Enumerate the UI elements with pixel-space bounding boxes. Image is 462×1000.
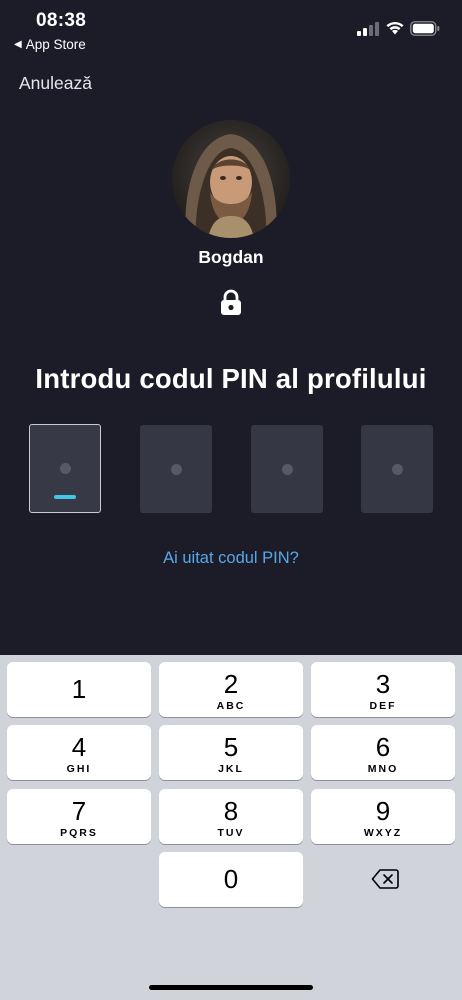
key-digit: 0 [223,864,239,894]
back-triangle-icon: ◀ [14,39,22,50]
key-letters: TUV [217,827,245,839]
key-digit: 8 [223,796,239,826]
key-0[interactable]: 0 [159,852,303,907]
pin-empty-dot [170,463,182,475]
key-1[interactable]: 1 [7,662,151,717]
key-4[interactable]: 4 GHI [7,725,151,780]
cellular-signal-icon [357,22,379,36]
pin-input-cursor [54,495,76,499]
key-digit: 7 [71,796,87,826]
key-letters: GHI [66,763,92,775]
key-2[interactable]: 2 ABC [159,662,303,717]
profile-name: Bogdan [198,247,264,267]
pin-digit-box-4[interactable] [361,425,433,513]
key-digit: 9 [375,796,391,826]
key-digit: 2 [223,669,239,699]
pin-empty-dot [391,463,403,475]
pin-empty-dot [59,463,71,474]
home-indicator[interactable] [149,985,313,990]
key-digit: 1 [71,674,87,704]
pin-empty-dot [281,463,293,475]
back-app-label: App Store [25,37,86,52]
profile-avatar [172,120,290,238]
pin-digit-box-1[interactable] [29,424,101,513]
key-digit: 3 [375,669,391,699]
battery-icon [410,21,440,36]
key-9[interactable]: 9 WXYZ [311,789,455,844]
key-8[interactable]: 8 TUV [159,789,303,844]
key-letters: JKL [218,763,244,775]
backspace-key[interactable] [311,852,455,907]
pin-digit-box-3[interactable] [251,425,323,513]
wifi-icon [386,21,404,35]
key-letters: ABC [216,700,246,712]
pin-digit-box-2[interactable] [140,425,212,513]
key-3[interactable]: 3 DEF [311,662,455,717]
pin-prompt-title: Introdu codul PIN al profilului [35,363,427,394]
key-6[interactable]: 6 MNO [311,725,455,780]
status-time: 08:38 [36,10,87,31]
key-letters: PQRS [60,827,98,839]
avatar-portrait [172,120,290,238]
key-letters: WXYZ [363,827,403,839]
cancel-button[interactable]: Anulează [19,73,92,94]
key-letters: MNO [367,763,399,775]
key-5[interactable]: 5 JKL [159,725,303,780]
back-to-app-link[interactable]: ◀ App Store [14,37,86,52]
key-digit: 5 [223,732,239,762]
forgot-pin-link[interactable]: Ai uitat codul PIN? [0,549,462,568]
key-letters: DEF [369,700,397,712]
key-digit: 6 [375,732,391,762]
key-digit: 4 [71,732,87,762]
lock-icon [221,289,241,315]
backspace-icon [371,869,399,889]
key-7[interactable]: 7 PQRS [7,789,151,844]
